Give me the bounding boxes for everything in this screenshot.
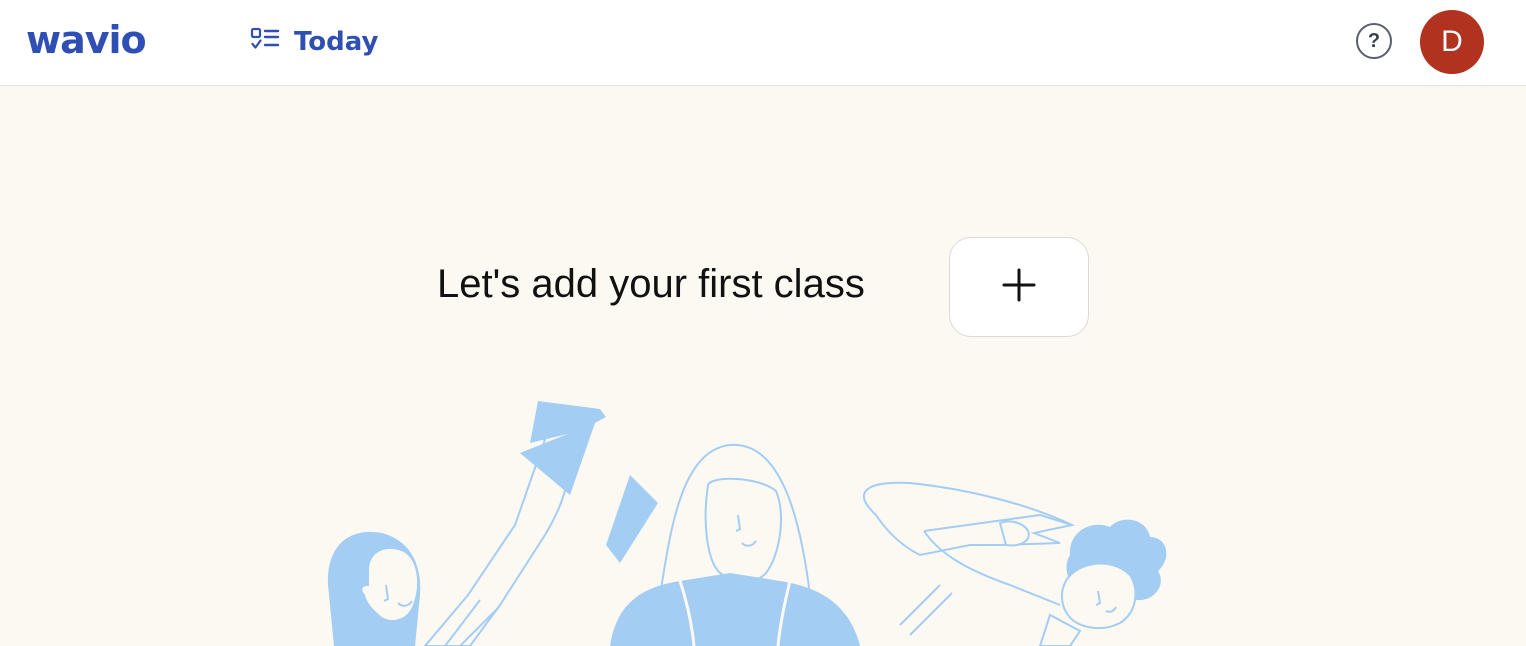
nav-item-today-label: Today: [294, 27, 379, 57]
plus-icon: [1001, 267, 1037, 308]
top-navigation-bar: wavio Today ? D: [0, 0, 1526, 86]
help-question-icon[interactable]: ?: [1356, 23, 1392, 59]
user-avatar[interactable]: D: [1420, 10, 1484, 74]
nav-item-today[interactable]: Today: [250, 20, 378, 64]
checklist-icon: [250, 27, 280, 58]
empty-state-title: Let's add your first class: [437, 262, 865, 306]
students-illustration: [327, 401, 1167, 646]
app-logo[interactable]: wavio: [26, 12, 147, 68]
add-class-button[interactable]: [949, 237, 1089, 337]
